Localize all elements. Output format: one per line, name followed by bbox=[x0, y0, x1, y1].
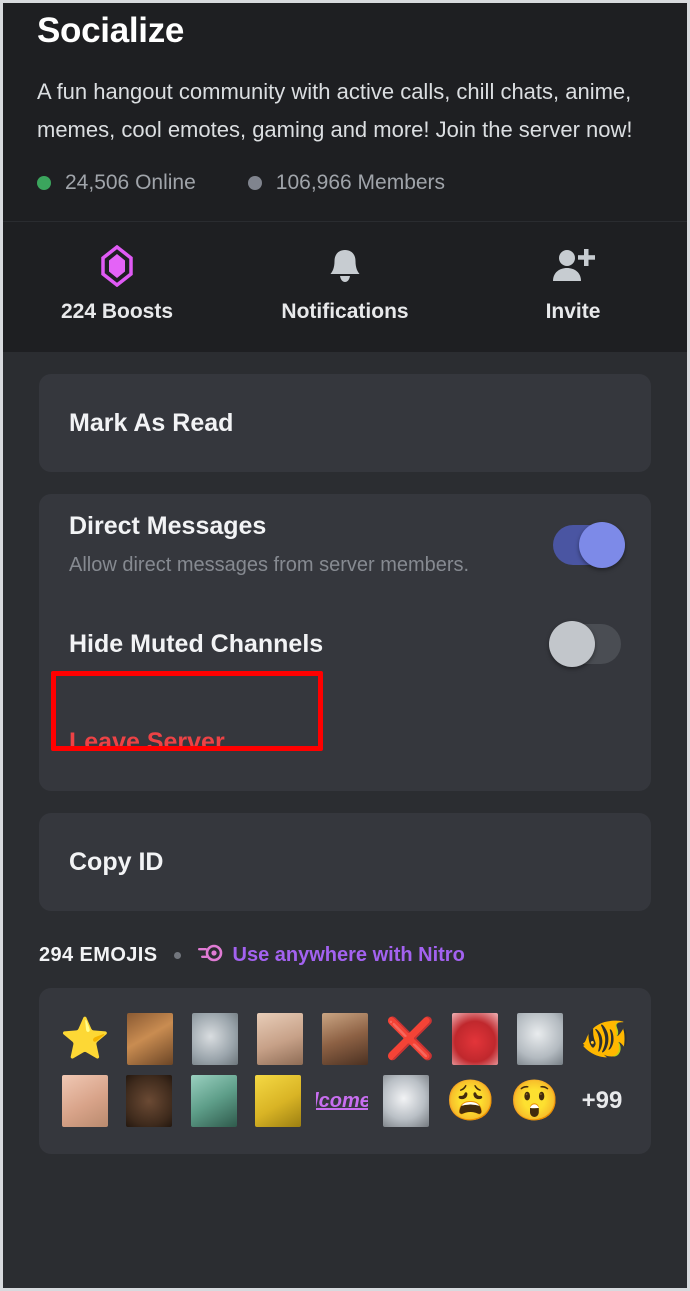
white-blob-emoji-image bbox=[383, 1075, 430, 1127]
invite-button[interactable]: Invite bbox=[459, 244, 687, 324]
server-settings-screen: Socialize A fun hangout community with a… bbox=[0, 0, 690, 1291]
members-dot-icon bbox=[247, 176, 262, 190]
thomas-face-emoji[interactable] bbox=[514, 1013, 566, 1065]
settings-body: Mark As Read Direct Messages Allow direc… bbox=[3, 352, 687, 1154]
boosts-label: 224 Boosts bbox=[60, 300, 174, 323]
toggle-knob bbox=[549, 621, 595, 667]
smiling-man-emoji-image bbox=[322, 1013, 368, 1065]
welcome-text-emoji-text: lcome bbox=[316, 1090, 368, 1112]
server-preferences-card: Direct Messages Allow direct messages fr… bbox=[39, 494, 651, 791]
stat-online: 24,506 Online bbox=[37, 171, 196, 195]
direct-messages-toggle[interactable] bbox=[553, 521, 625, 568]
elmo-emoji-image bbox=[452, 1013, 498, 1065]
copy-id-label: Copy ID bbox=[69, 847, 164, 876]
leave-server-label: Leave Server bbox=[69, 727, 225, 756]
server-header: Socialize A fun hangout community with a… bbox=[3, 3, 687, 221]
boosts-button[interactable]: 224 Boosts bbox=[3, 244, 231, 324]
invite-label: Invite bbox=[545, 300, 601, 323]
nitro-boost-icon bbox=[197, 943, 223, 968]
mark-as-read-card[interactable]: Mark As Read bbox=[39, 374, 651, 472]
direct-messages-label: Direct Messages bbox=[69, 512, 267, 540]
online-count-label: 24,506 Online bbox=[65, 171, 196, 194]
nitro-upsell-link[interactable]: Use anywhere with Nitro bbox=[233, 944, 465, 967]
page-title: Socialize bbox=[37, 11, 185, 50]
green-creature-emoji[interactable] bbox=[188, 1075, 240, 1127]
members-count-label: 106,966 Members bbox=[275, 171, 446, 194]
hide-muted-channels-toggle[interactable] bbox=[549, 621, 621, 667]
squinting-face-emoji[interactable] bbox=[59, 1075, 111, 1127]
astonished-face-emoji[interactable]: 😲 bbox=[509, 1075, 561, 1127]
notifications-label: Notifications bbox=[281, 300, 409, 323]
fish-emoji[interactable] bbox=[189, 1013, 241, 1065]
homer-emoji-image bbox=[254, 1075, 301, 1127]
stat-members: 106,966 Members bbox=[247, 171, 446, 195]
welcome-text-emoji[interactable]: lcome bbox=[316, 1075, 368, 1127]
server-stats: 24,506 Online 106,966 Members bbox=[37, 171, 653, 221]
direct-messages-row[interactable]: Direct Messages Allow direct messages fr… bbox=[69, 494, 625, 595]
hide-muted-channels-row[interactable]: Hide Muted Channels bbox=[69, 595, 621, 693]
cat-emoji[interactable] bbox=[124, 1013, 176, 1065]
leave-server-row[interactable]: Leave Server bbox=[51, 671, 621, 791]
emoji-grid-card: ⭐ ❌ 🐠 lcome 😩😲 +99 bbox=[39, 988, 651, 1154]
notifications-button[interactable]: Notifications bbox=[231, 244, 459, 324]
server-description: A fun hangout community with active call… bbox=[37, 79, 633, 142]
cat-emoji-image bbox=[127, 1013, 173, 1065]
person-add-icon bbox=[551, 244, 595, 288]
copy-id-card[interactable]: Copy ID bbox=[39, 813, 651, 911]
server-action-row: 224 Boosts Notifications Invite bbox=[3, 221, 687, 352]
clownfish-emoji[interactable]: 🐠 bbox=[579, 1013, 631, 1065]
emoji-section-header: 294 EMOJIS Use anywhere with Nitro bbox=[39, 933, 651, 988]
direct-messages-sublabel: Allow direct messages from server member… bbox=[69, 554, 470, 576]
online-dot-icon bbox=[37, 176, 51, 190]
elmo-emoji[interactable] bbox=[449, 1013, 501, 1065]
copy-id-row[interactable]: Copy ID bbox=[69, 813, 621, 911]
emoji-count-label: 294 EMOJIS bbox=[39, 944, 158, 966]
emoji-row: ⭐ ❌ 🐠 bbox=[59, 1008, 631, 1070]
fish-emoji-image bbox=[192, 1013, 238, 1065]
squinting-face-emoji-image bbox=[62, 1075, 108, 1127]
bell-icon bbox=[328, 244, 362, 288]
emoji-more-count[interactable]: +99 bbox=[573, 1087, 631, 1115]
emoji-row: lcome 😩😲 +99 bbox=[59, 1070, 631, 1132]
red-x-emoji[interactable]: ❌ bbox=[384, 1013, 436, 1065]
homer-emoji[interactable] bbox=[252, 1075, 304, 1127]
mark-as-read-label: Mark As Read bbox=[69, 408, 234, 437]
old-man-emoji[interactable] bbox=[254, 1013, 306, 1065]
white-blob-emoji[interactable] bbox=[380, 1075, 432, 1127]
toggle-knob bbox=[579, 521, 625, 568]
old-man-emoji-image bbox=[257, 1013, 303, 1065]
hide-muted-channels-label: Hide Muted Channels bbox=[69, 629, 324, 658]
green-creature-emoji-image bbox=[190, 1075, 237, 1127]
confused-nick-young-emoji[interactable] bbox=[123, 1075, 175, 1127]
boost-gem-icon bbox=[100, 244, 134, 288]
weary-face-emoji[interactable]: 😩 bbox=[445, 1075, 497, 1127]
mark-as-read-row[interactable]: Mark As Read bbox=[69, 374, 621, 472]
thomas-face-emoji-image bbox=[517, 1013, 563, 1065]
separator-dot-icon bbox=[173, 952, 181, 959]
star-emoji[interactable]: ⭐ bbox=[59, 1013, 111, 1065]
confused-nick-young-emoji-image bbox=[126, 1075, 173, 1127]
smiling-man-emoji[interactable] bbox=[319, 1013, 371, 1065]
